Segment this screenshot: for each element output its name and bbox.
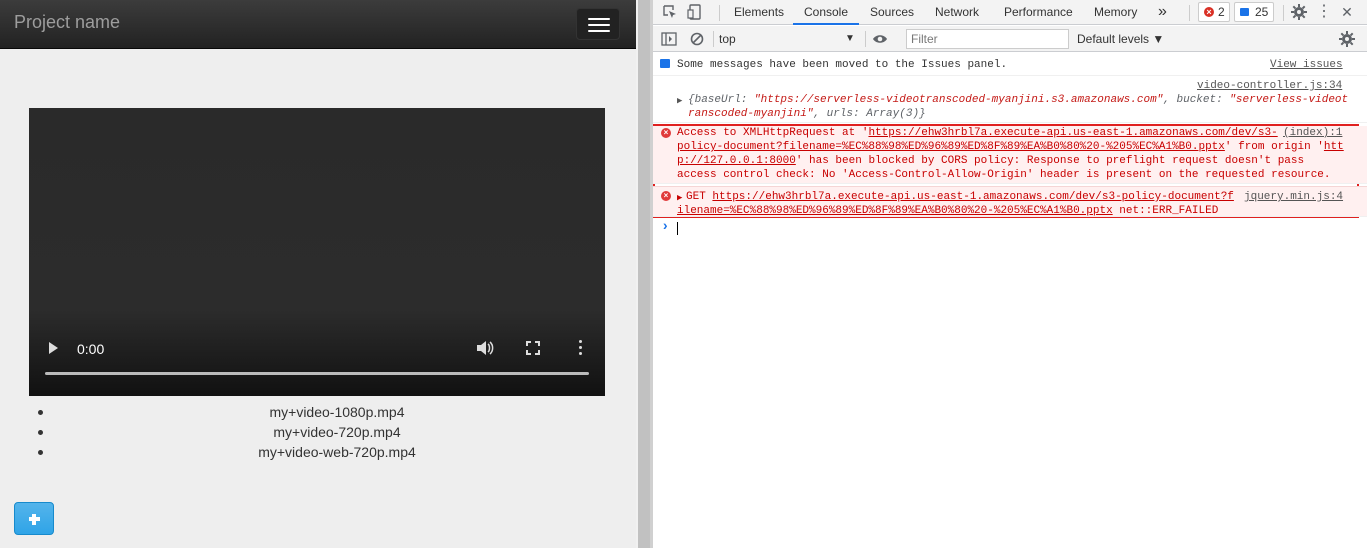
add-button[interactable] <box>14 502 54 535</box>
file-list: my+video-1080p.mp4 my+video-720p.mp4 my+… <box>29 402 645 462</box>
error-icon: × <box>661 128 671 138</box>
tab-network[interactable]: Network <box>935 0 979 25</box>
request-url-link[interactable]: https://ehw3hrbl7a.execute-api.us-east-1… <box>868 127 1277 139</box>
hamburger-bar <box>588 24 610 26</box>
error-count-badge[interactable]: × 2 <box>1198 2 1230 22</box>
web-page: Project name 0:00 my+video-1080p.mp4 my+… <box>0 0 636 548</box>
video-player[interactable]: 0:00 <box>29 108 605 396</box>
error-icon: × <box>661 191 671 201</box>
error-line3: p://127.0.0.1:8000' has been blocked by … <box>677 155 1305 167</box>
list-item: my+video-720p.mp4 <box>29 422 645 442</box>
more-tabs-button[interactable]: » <box>1158 0 1167 25</box>
video-time: 0:00 <box>77 341 105 357</box>
message-icon <box>1240 8 1249 16</box>
source-link[interactable]: jquery.min.js:4 <box>1244 190 1343 204</box>
object-preview-line2[interactable]: ranscoded-myanjini", urls: Array(3)} <box>688 107 926 121</box>
issues-note-text: Some messages have been moved to the Iss… <box>677 59 1008 71</box>
close-icon[interactable]: ✕ <box>1339 4 1355 20</box>
device-toolbar-icon[interactable] <box>687 4 703 20</box>
devtools-panel: Elements Console Sources Network Perform… <box>653 0 1367 548</box>
console-message-object: video-controller.js:34 ▶ {baseUrl: "http… <box>653 77 1367 123</box>
object-preview-line1[interactable]: {baseUrl: "https://serverless-videotrans… <box>688 93 1348 107</box>
inspect-element-icon[interactable] <box>662 4 678 20</box>
tab-elements[interactable]: Elements <box>734 0 784 25</box>
error-icon: × <box>1204 7 1214 17</box>
issues-count-badge[interactable]: 25 <box>1234 2 1274 22</box>
source-link[interactable]: video-controller.js:34 <box>1197 79 1342 93</box>
list-item: my+video-1080p.mp4 <box>29 402 645 422</box>
error-line2: policy-document?filename=%EC%88%98%ED%96… <box>677 141 1344 153</box>
play-icon[interactable] <box>49 342 58 354</box>
video-progress-bar[interactable] <box>45 372 589 375</box>
live-expression-eye-icon[interactable] <box>872 31 888 47</box>
get-line2: ilename=%EC%88%98%ED%96%89%ED%8F%89%EA%B… <box>677 205 1219 217</box>
view-issues-link[interactable]: View issues <box>1270 58 1343 72</box>
more-options-icon[interactable]: ⋮ <box>1316 4 1332 20</box>
prompt-chevron-icon: › <box>661 219 670 235</box>
more-options-icon[interactable] <box>579 340 583 356</box>
hamburger-bar <box>588 18 610 20</box>
clear-console-icon[interactable] <box>689 31 705 47</box>
console-toolbar: top ▼ Default levels ▼ <box>653 26 1367 52</box>
plus-icon <box>32 514 36 525</box>
message-icon <box>660 59 670 68</box>
navbar: Project name <box>0 0 636 49</box>
tab-console[interactable]: Console <box>793 0 859 25</box>
console-error-get: × jquery.min.js:4 ▶ GET https://ehw3hrbl… <box>653 186 1367 217</box>
volume-icon[interactable] <box>476 340 494 356</box>
console-settings-gear-icon[interactable] <box>1339 31 1355 47</box>
error-line4: access control check: No 'Access-Control… <box>677 169 1331 181</box>
expand-triangle-icon[interactable]: ▶ <box>677 191 682 205</box>
tab-memory[interactable]: Memory <box>1094 0 1137 25</box>
tab-sources[interactable]: Sources <box>870 0 914 25</box>
context-selector[interactable]: top ▼ <box>719 30 859 48</box>
text-cursor <box>677 222 678 235</box>
tab-performance[interactable]: Performance <box>1004 0 1073 25</box>
request-url-link[interactable]: https://ehw3hrbl7a.execute-api.us-east-1… <box>712 191 1234 203</box>
error-line1: Access to XMLHttpRequest at 'https://ehw… <box>677 127 1278 139</box>
page-scrollbar-thumb[interactable] <box>638 0 650 548</box>
origin-link[interactable]: p://127.0.0.1:8000 <box>677 155 796 167</box>
hamburger-bar <box>588 30 610 32</box>
source-link[interactable]: (index):1 <box>1283 126 1342 140</box>
filter-input[interactable] <box>906 29 1069 49</box>
console-message-info: Some messages have been moved to the Iss… <box>653 53 1367 76</box>
devtools-tab-bar: Elements Console Sources Network Perform… <box>653 0 1367 25</box>
menu-toggle-button[interactable] <box>576 8 620 40</box>
console-prompt[interactable]: › <box>653 220 1367 238</box>
settings-gear-icon[interactable] <box>1291 4 1307 20</box>
get-line1: GET https://ehw3hrbl7a.execute-api.us-ea… <box>686 191 1234 203</box>
log-levels-dropdown[interactable]: Default levels ▼ <box>1077 30 1164 48</box>
chevron-down-icon: ▼ <box>845 33 855 44</box>
sidebar-toggle-icon[interactable] <box>661 31 677 47</box>
brand-title[interactable]: Project name <box>14 12 120 33</box>
request-url-link[interactable]: policy-document?filename=%EC%88%98%ED%96… <box>677 141 1225 153</box>
expand-triangle-icon[interactable]: ▶ <box>677 94 682 108</box>
request-url-link[interactable]: ilename=%EC%88%98%ED%96%89%ED%8F%89%EA%B… <box>677 205 1113 217</box>
fullscreen-icon[interactable] <box>526 341 540 355</box>
origin-link[interactable]: htt <box>1324 141 1344 153</box>
list-item: my+video-web-720p.mp4 <box>29 442 645 462</box>
console-error-cors: × (index):1 Access to XMLHttpRequest at … <box>653 126 1367 184</box>
